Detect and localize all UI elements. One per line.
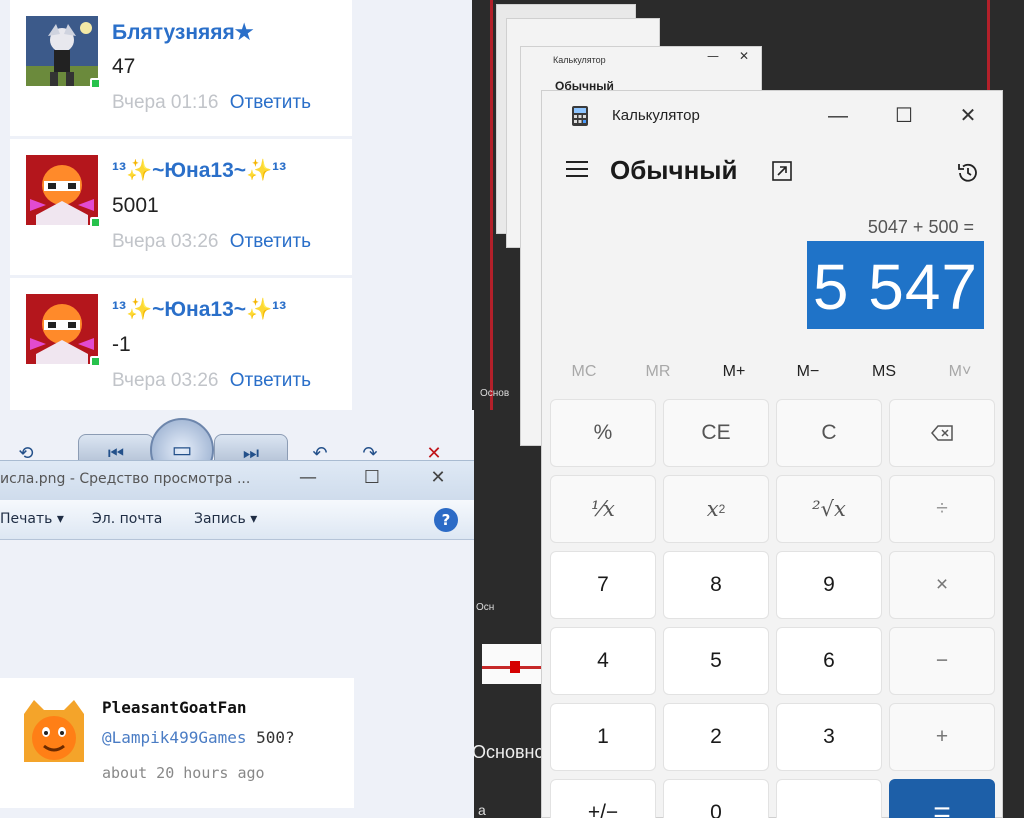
memory-row: MC MR M+ M− MS M˅ (542, 359, 1002, 389)
equals-button[interactable]: = (889, 779, 995, 818)
menu-email[interactable]: Эл. почта (92, 511, 162, 527)
reply-link[interactable]: Ответить (230, 231, 311, 252)
menu-print[interactable]: Печать ▾ (0, 511, 64, 527)
maximize-button[interactable]: ☐ (884, 101, 924, 131)
comment-text: 5001 (112, 194, 159, 217)
digit-5-button[interactable]: 5 (663, 627, 769, 695)
memory-add-button[interactable]: M+ (704, 363, 764, 381)
comment-time: Вчера 01:16 (112, 92, 219, 113)
panel-label: Осн (476, 602, 495, 613)
comment-author[interactable]: ¹³✨~Юна13~✨¹³ (112, 298, 286, 322)
comment-author[interactable]: Блятузняяя★ (112, 20, 254, 45)
hamburger-menu-icon[interactable] (566, 161, 588, 181)
multiply-button[interactable]: × (889, 551, 995, 619)
memory-list-button[interactable]: M˅ (930, 363, 990, 381)
square-button[interactable]: x2 (663, 475, 769, 543)
digit-7-button[interactable]: 7 (550, 551, 656, 619)
close-icon: ✕ (739, 49, 750, 63)
backspace-icon (931, 425, 953, 441)
calculator-header: Обычный (542, 151, 1002, 195)
result-display[interactable]: 5 547 (806, 241, 984, 329)
close-button[interactable]: ✕ (418, 467, 458, 488)
reply-link[interactable]: Ответить (230, 92, 311, 113)
comment-item: ¹³✨~Юна13~✨¹³ -1 Вчера 03:26 Ответить (10, 278, 352, 414)
viewer-title: исла.png - Средство просмотра ... (0, 471, 251, 487)
help-icon[interactable]: ? (434, 508, 458, 532)
negate-button[interactable]: +/− (550, 779, 656, 818)
calculator-titlebar: Калькулятор — ☐ ✕ (542, 91, 1002, 141)
calculator-window: Калькулятор — ☐ ✕ Обычный 5047 + 500 = 5… (541, 90, 1003, 818)
viewer-titlebar: исла.png - Средство просмотра ... — ☐ ✕ (0, 460, 474, 500)
avatar[interactable] (26, 16, 98, 86)
digit-8-button[interactable]: 8 (663, 551, 769, 619)
comment-time: Вчера 03:26 (112, 370, 219, 391)
digit-0-button[interactable]: 0 (663, 779, 769, 818)
square-root-button[interactable]: ²√x (776, 475, 882, 543)
panel-label: Основ (480, 388, 510, 399)
comment-feed: Блятузняяя★ 47 Вчера 01:16 Ответить ¹³✨~… (0, 0, 482, 414)
comment-text: @Lampik499Games 500? (102, 728, 295, 747)
comment-text: -1 (112, 333, 131, 356)
mode-title: Обычный (610, 155, 738, 185)
divide-button[interactable]: ÷ (889, 475, 995, 543)
expression-display: 5047 + 500 = (867, 217, 974, 237)
comment-text: 47 (112, 55, 136, 78)
memory-store-button[interactable]: MS (854, 363, 914, 381)
mention-link[interactable]: @Lampik499Games (102, 728, 247, 747)
minimize-button[interactable]: — (818, 101, 858, 131)
reply-link[interactable]: Ответить (230, 370, 311, 391)
backspace-button[interactable] (889, 399, 995, 467)
calculator-title: Калькулятор (612, 107, 700, 124)
comment-time: about 20 hours ago (102, 764, 265, 782)
comment-author[interactable]: ¹³✨~Юна13~✨¹³ (112, 159, 286, 183)
plus-button[interactable]: + (889, 703, 995, 771)
avatar[interactable] (26, 294, 98, 364)
history-icon[interactable] (954, 159, 982, 187)
comment-item: PleasantGoatFan @Lampik499Games 500? abo… (0, 678, 354, 808)
decimal-button[interactable] (776, 779, 882, 818)
comment-author[interactable]: PleasantGoatFan (102, 698, 247, 717)
online-indicator (90, 217, 101, 228)
panel-label[interactable]: Основнс (472, 742, 543, 763)
viewer-menubar: Печать ▾ Эл. почта Запись ▾ ? (0, 500, 474, 540)
close-button[interactable]: ✕ (948, 101, 988, 131)
panel-label: а (478, 802, 486, 818)
online-indicator (90, 78, 101, 89)
digit-2-button[interactable]: 2 (663, 703, 769, 771)
window-title: Калькулятор (553, 55, 606, 65)
clear-entry-button[interactable]: CE (663, 399, 769, 467)
comment-time: Вчера 03:26 (112, 231, 219, 252)
digit-1-button[interactable]: 1 (550, 703, 656, 771)
timeline-strip (490, 0, 493, 410)
digit-4-button[interactable]: 4 (550, 627, 656, 695)
digit-6-button[interactable]: 6 (776, 627, 882, 695)
menu-burn[interactable]: Запись ▾ (194, 511, 257, 527)
maximize-button[interactable]: ☐ (352, 467, 392, 488)
digit-3-button[interactable]: 3 (776, 703, 882, 771)
digit-9-button[interactable]: 9 (776, 551, 882, 619)
comment-item: Блятузняяя★ 47 Вчера 01:16 Ответить (10, 0, 352, 136)
avatar[interactable] (22, 698, 86, 762)
keep-on-top-icon[interactable] (770, 159, 794, 183)
memory-subtract-button[interactable]: M− (778, 363, 838, 381)
online-indicator (90, 356, 101, 367)
avatar[interactable] (26, 155, 98, 225)
minimize-icon: — (707, 49, 719, 63)
comment-item: ¹³✨~Юна13~✨¹³ 5001 Вчера 03:26 Ответить (10, 139, 352, 275)
reciprocal-button[interactable]: ¹⁄x (550, 475, 656, 543)
percent-button[interactable]: % (550, 399, 656, 467)
timeline-strip (987, 0, 990, 90)
memory-recall-button[interactable]: MR (628, 363, 688, 381)
minimize-button[interactable]: — (288, 467, 328, 488)
clear-button[interactable]: C (776, 399, 882, 467)
memory-clear-button[interactable]: MC (554, 363, 614, 381)
calculator-app-icon (572, 106, 588, 126)
minus-button[interactable]: − (889, 627, 995, 695)
